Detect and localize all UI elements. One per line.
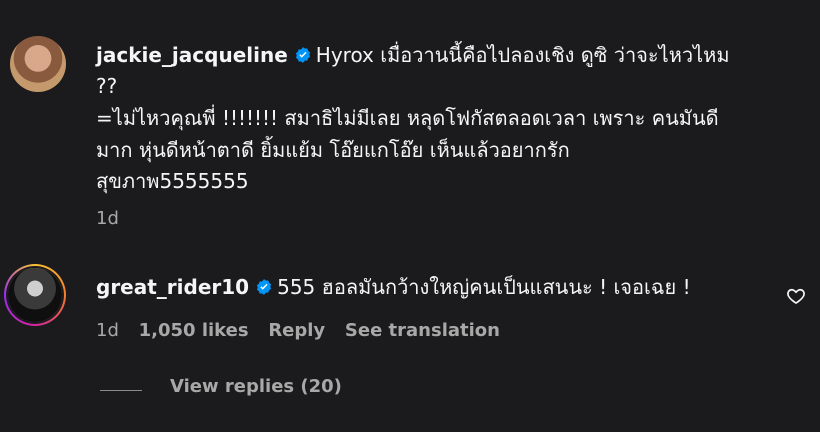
comment-text: 555 ฮอลมันกว้างใหญ่คนเป็นแสนนะ ! เจอเฉย …: [277, 275, 691, 299]
reply-button[interactable]: Reply: [268, 320, 325, 341]
comment-first-line: jackie_jacqueline Hyrox เมื่อวานนี้คือไปล…: [96, 40, 730, 71]
comment-text-line: สุขภาพ5555555: [96, 169, 249, 193]
comment-username[interactable]: jackie_jacqueline: [96, 43, 288, 67]
comment-text-line: Hyrox เมื่อวานนี้คือไปลองเชิง ดูซิ ว่าจะ…: [315, 43, 730, 67]
see-translation-button[interactable]: See translation: [345, 320, 500, 341]
comment-first-line: great_rider10 555 ฮอลมันกว้างใหญ่คนเป็นแส…: [96, 272, 691, 303]
view-replies-button[interactable]: View replies (20): [170, 376, 342, 397]
likes-count[interactable]: 1,050 likes: [139, 320, 249, 341]
verified-badge-icon: [257, 279, 272, 295]
comment-username[interactable]: great_rider10: [96, 275, 249, 299]
comment-timestamp: 1d: [96, 320, 119, 341]
comment-text-line: มาก หุ่นดีหน้าตาดี ยิ้มแย้ม โอ๊ยแกโอ๊ย เ…: [96, 138, 570, 162]
comment-text-line: ??: [96, 74, 118, 98]
avatar[interactable]: [10, 36, 66, 92]
comment-timestamp: 1d: [96, 208, 119, 229]
replies-divider: [100, 390, 142, 391]
heart-icon[interactable]: [786, 286, 806, 306]
comment-text-line: =ไม่ไหวคุณพี่ !!!!!!! สมาธิไม่มีเลย หลุด…: [96, 106, 719, 130]
avatar[interactable]: [8, 268, 62, 322]
verified-badge-icon: [295, 47, 310, 63]
avatar-story-ring[interactable]: [4, 264, 66, 326]
comment-meta: 1d 1,050 likes Reply See translation: [96, 320, 514, 341]
comment-meta: 1d: [96, 208, 133, 229]
